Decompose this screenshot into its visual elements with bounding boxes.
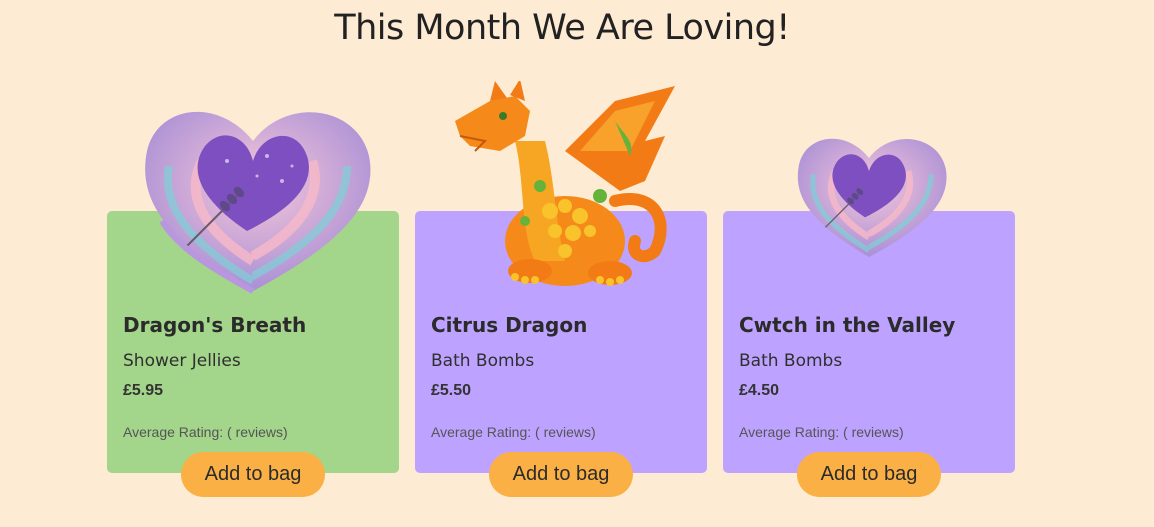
product-card: Cwtch in the Valley Bath Bombs £4.50 Ave… xyxy=(723,138,1015,497)
dragon-bath-bomb-icon xyxy=(455,81,675,286)
section-heading: This Month We Are Loving! xyxy=(334,8,790,48)
product-category: Bath Bombs xyxy=(431,351,535,371)
product-card: Citrus Dragon Bath Bombs £5.50 Average R… xyxy=(415,81,707,497)
add-to-bag-button[interactable]: Add to bag xyxy=(181,452,325,497)
product-image[interactable] xyxy=(107,81,399,311)
product-price: £4.50 xyxy=(739,382,780,399)
product-name[interactable]: Dragon's Breath xyxy=(123,313,306,337)
product-image[interactable] xyxy=(723,81,1015,311)
add-to-bag-button[interactable]: Add to bag xyxy=(489,452,633,497)
product-card: Dragon's Breath Shower Jellies £5.95 Ave… xyxy=(107,111,399,497)
product-price: £5.50 xyxy=(431,382,472,399)
heart-bath-bomb-icon xyxy=(797,138,947,257)
product-category: Shower Jellies xyxy=(123,351,241,371)
product-rating: Average Rating: ( reviews) xyxy=(123,424,288,440)
product-price: £5.95 xyxy=(123,382,164,399)
product-name[interactable]: Cwtch in the Valley xyxy=(739,313,955,337)
product-image[interactable] xyxy=(415,81,707,311)
product-name[interactable]: Citrus Dragon xyxy=(431,313,587,337)
product-rating: Average Rating: ( reviews) xyxy=(431,424,596,440)
add-to-bag-button[interactable]: Add to bag xyxy=(797,452,941,497)
product-rating: Average Rating: ( reviews) xyxy=(739,424,904,440)
heart-bath-bomb-icon xyxy=(145,111,371,294)
product-category: Bath Bombs xyxy=(739,351,843,371)
